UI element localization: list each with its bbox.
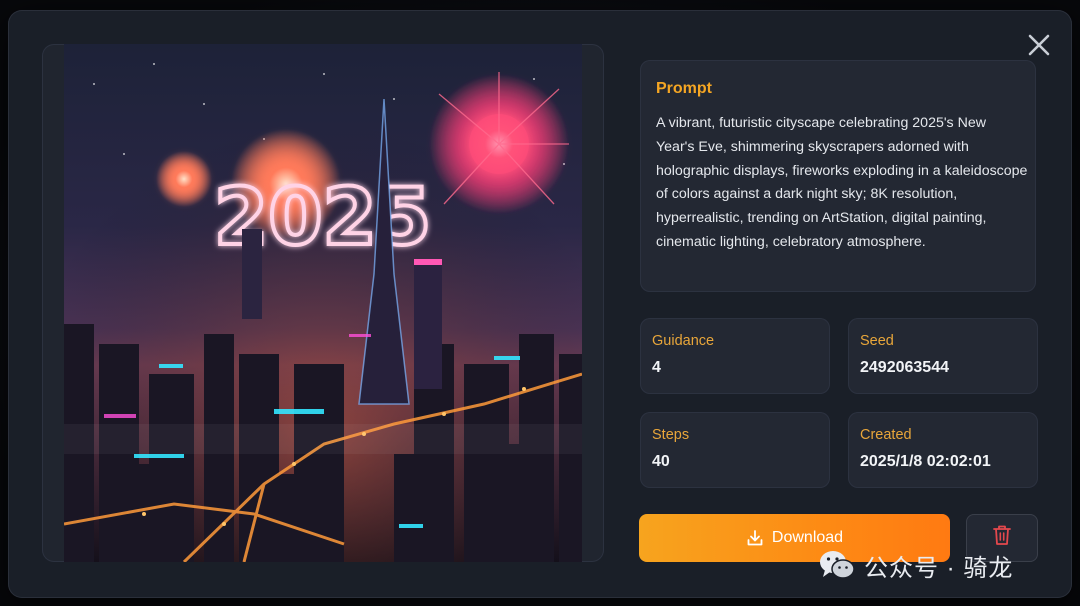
- guidance-card: Guidance 4: [640, 318, 830, 394]
- seed-card: Seed 2492063544: [848, 318, 1038, 394]
- wechat-icon: [818, 548, 856, 582]
- watermark: 公众号 · 骑龙: [818, 546, 1013, 584]
- close-button[interactable]: [1022, 28, 1056, 62]
- guidance-value: 4: [652, 359, 661, 376]
- trash-icon: [992, 524, 1012, 546]
- watermark-text: 公众号 · 骑龙: [864, 554, 1014, 582]
- prompt-card: Prompt A vibrant, futuristic cityscape c…: [640, 60, 1036, 292]
- prompt-text: A vibrant, futuristic cityscape celebrat…: [656, 115, 1028, 250]
- steps-card: Steps 40: [640, 412, 830, 488]
- generated-image[interactable]: 2025: [64, 44, 582, 562]
- created-label: Created: [860, 427, 912, 443]
- download-icon: [746, 529, 764, 547]
- prompt-title: Prompt: [656, 80, 712, 97]
- city-fireworks-illustration: 2025: [64, 44, 582, 562]
- steps-label: Steps: [652, 427, 690, 443]
- seed-value: 2492063544: [860, 359, 949, 376]
- download-label: Download: [771, 529, 844, 546]
- created-value: 2025/1/8 02:02:01: [860, 453, 991, 470]
- seed-label: Seed: [860, 333, 894, 349]
- steps-value: 40: [652, 453, 670, 470]
- guidance-label: Guidance: [652, 333, 715, 349]
- created-card: Created 2025/1/8 02:02:01: [848, 412, 1038, 488]
- close-icon: [1028, 34, 1050, 56]
